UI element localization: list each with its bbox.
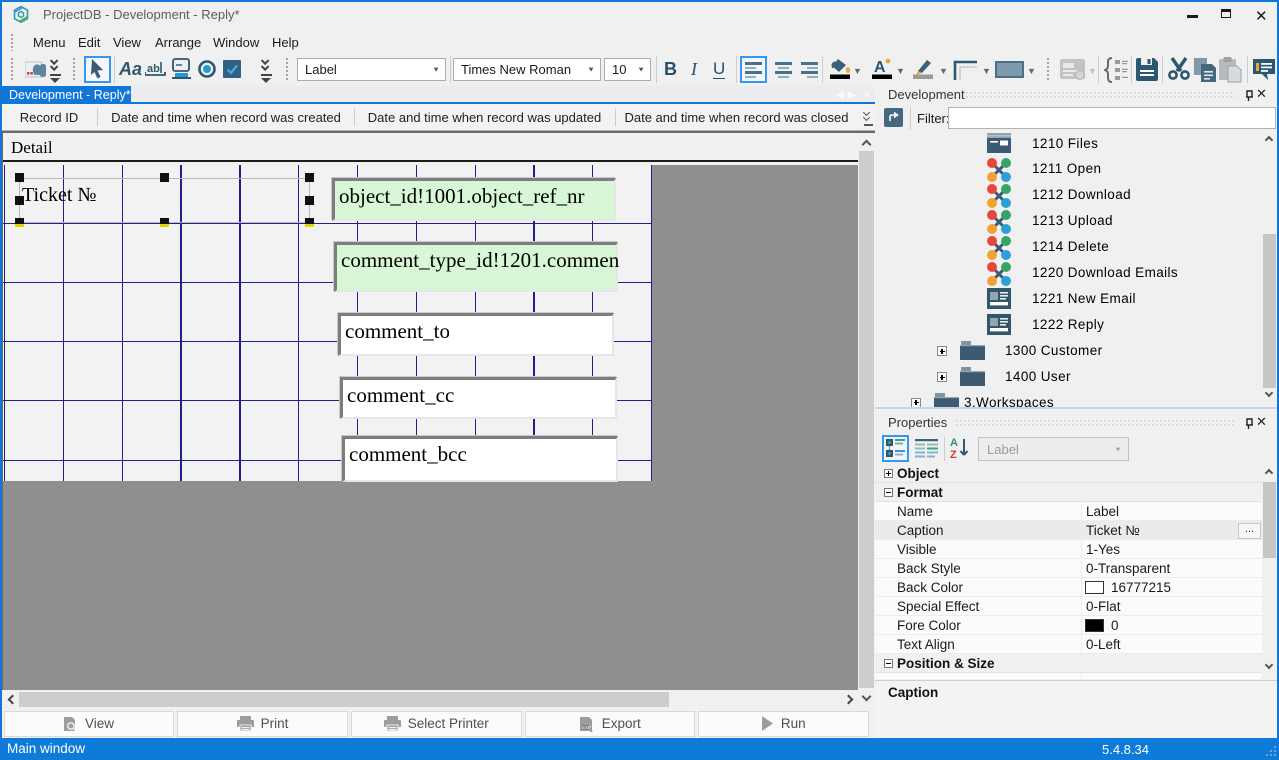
svg-text:ab: ab bbox=[147, 63, 160, 75]
svg-text:A: A bbox=[950, 437, 958, 449]
svg-text:Z: Z bbox=[950, 449, 957, 461]
svg-text:A: A bbox=[874, 59, 886, 76]
svg-text:EXP: EXP bbox=[582, 725, 591, 730]
